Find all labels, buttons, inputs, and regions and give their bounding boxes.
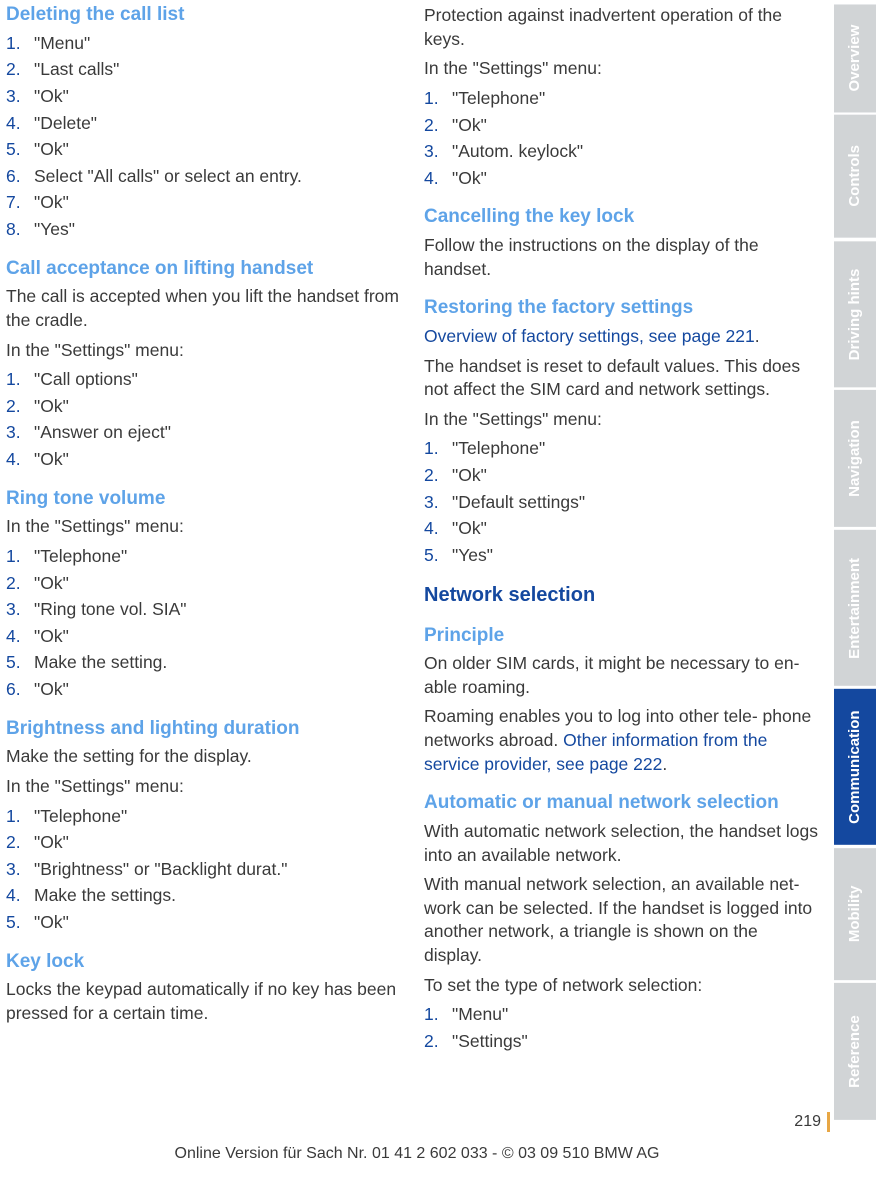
list-item: "Ok" <box>6 678 402 702</box>
list-item: "Default settings" <box>424 491 820 515</box>
text: . <box>662 754 667 774</box>
list-item: "Yes" <box>424 544 820 568</box>
page-number-text: 219 <box>794 1111 821 1133</box>
list-item: Make the settings. <box>6 884 402 908</box>
steps-brightness: "Telephone" "Ok" "Brightness" or "Backli… <box>6 805 402 935</box>
paragraph: The handset is reset to default values. … <box>424 355 820 402</box>
left-column: Deleting the call list "Menu" "Last call… <box>6 2 402 1120</box>
page-number: 219 <box>794 1111 830 1133</box>
heading-deleting-call-list: Deleting the call list <box>6 2 402 28</box>
list-item: "Delete" <box>6 112 402 136</box>
list-item: Make the setting. <box>6 651 402 675</box>
tab-mobility[interactable]: Mobility <box>834 848 876 980</box>
paragraph: With manual network selection, an availa… <box>424 873 820 968</box>
list-item: "Autom. keylock" <box>424 140 820 164</box>
paragraph: In the "Settings" menu: <box>424 57 820 81</box>
right-column: Protection against inadvertent operation… <box>424 2 820 1120</box>
list-item: "Ok" <box>6 625 402 649</box>
list-item: "Ok" <box>424 517 820 541</box>
tab-controls[interactable]: Controls <box>834 115 876 238</box>
steps-restore: "Telephone" "Ok" "Default settings" "Ok"… <box>424 437 820 567</box>
tab-entertainment[interactable]: Entertainment <box>834 530 876 686</box>
paragraph: Overview of factory settings, see page 2… <box>424 325 820 349</box>
list-item: "Ok" <box>6 572 402 596</box>
paragraph: The call is accepted when you lift the h… <box>6 285 402 332</box>
text: . <box>755 326 760 346</box>
heading-auto-manual-network: Automatic or manual network selection <box>424 790 820 816</box>
tab-overview[interactable]: Overview <box>834 4 876 112</box>
list-item: Select "All calls" or select an entry. <box>6 165 402 189</box>
list-item: "Ok" <box>424 114 820 138</box>
list-item: "Ok" <box>6 448 402 472</box>
paragraph: With automatic network selection, the ha… <box>424 820 820 867</box>
page-number-bar-icon <box>827 1112 830 1132</box>
steps-ring: "Telephone" "Ok" "Ring tone vol. SIA" "O… <box>6 545 402 702</box>
paragraph: In the "Settings" menu: <box>6 339 402 363</box>
footer-copyright: Online Version für Sach Nr. 01 41 2 602 … <box>0 1143 834 1165</box>
tab-reference[interactable]: Reference <box>834 983 876 1120</box>
heading-ring-tone: Ring tone volume <box>6 486 402 512</box>
list-item: "Menu" <box>424 1003 820 1027</box>
list-item: "Ok" <box>424 167 820 191</box>
paragraph: In the "Settings" menu: <box>6 515 402 539</box>
paragraph: To set the type of network selection: <box>424 974 820 998</box>
heading-key-lock: Key lock <box>6 949 402 975</box>
paragraph: Roaming enables you to log into other te… <box>424 705 820 776</box>
heading-restore-factory: Restoring the factory settings <box>424 295 820 321</box>
paragraph: Protection against inadvertent operation… <box>424 4 820 51</box>
steps-keylock-set: "Telephone" "Ok" "Autom. keylock" "Ok" <box>424 87 820 191</box>
heading-principle: Principle <box>424 623 820 649</box>
side-tabs: Overview Controls Driving hints Navigati… <box>834 0 876 1120</box>
list-item: "Ok" <box>424 464 820 488</box>
steps-accept: "Call options" "Ok" "Answer on eject" "O… <box>6 368 402 472</box>
list-item: "Menu" <box>6 32 402 56</box>
list-item: "Telephone" <box>424 437 820 461</box>
heading-cancel-key-lock: Cancelling the key lock <box>424 204 820 230</box>
list-item: "Answer on eject" <box>6 421 402 445</box>
heading-network-selection: Network selection <box>424 582 820 609</box>
link-factory-overview[interactable]: Overview of factory settings, see page 2… <box>424 326 755 346</box>
list-item: "Ok" <box>6 191 402 215</box>
list-item: "Last calls" <box>6 58 402 82</box>
heading-brightness: Brightness and lighting duration <box>6 716 402 742</box>
paragraph: In the "Settings" menu: <box>6 775 402 799</box>
paragraph: On older SIM cards, it might be necessar… <box>424 652 820 699</box>
heading-call-acceptance: Call acceptance on lifting handset <box>6 256 402 282</box>
list-item: "Ring tone vol. SIA" <box>6 598 402 622</box>
tab-communication[interactable]: Communication <box>834 689 876 845</box>
paragraph: Locks the keypad automatically if no key… <box>6 978 402 1025</box>
list-item: "Telephone" <box>424 87 820 111</box>
list-item: "Settings" <box>424 1030 820 1054</box>
list-item: "Ok" <box>6 138 402 162</box>
list-item: "Call options" <box>6 368 402 392</box>
tab-navigation[interactable]: Navigation <box>834 390 876 527</box>
list-item: "Ok" <box>6 395 402 419</box>
list-item: "Telephone" <box>6 805 402 829</box>
list-item: "Telephone" <box>6 545 402 569</box>
steps-network: "Menu" "Settings" <box>424 1003 820 1053</box>
list-item: "Ok" <box>6 831 402 855</box>
list-item: "Brightness" or "Backlight durat." <box>6 858 402 882</box>
paragraph: Follow the instructions on the display o… <box>424 234 820 281</box>
list-item: "Yes" <box>6 218 402 242</box>
list-item: "Ok" <box>6 911 402 935</box>
steps-delete: "Menu" "Last calls" "Ok" "Delete" "Ok" S… <box>6 32 402 242</box>
paragraph: Make the setting for the display. <box>6 745 402 769</box>
paragraph: In the "Settings" menu: <box>424 408 820 432</box>
tab-driving-hints[interactable]: Driving hints <box>834 241 876 387</box>
list-item: "Ok" <box>6 85 402 109</box>
